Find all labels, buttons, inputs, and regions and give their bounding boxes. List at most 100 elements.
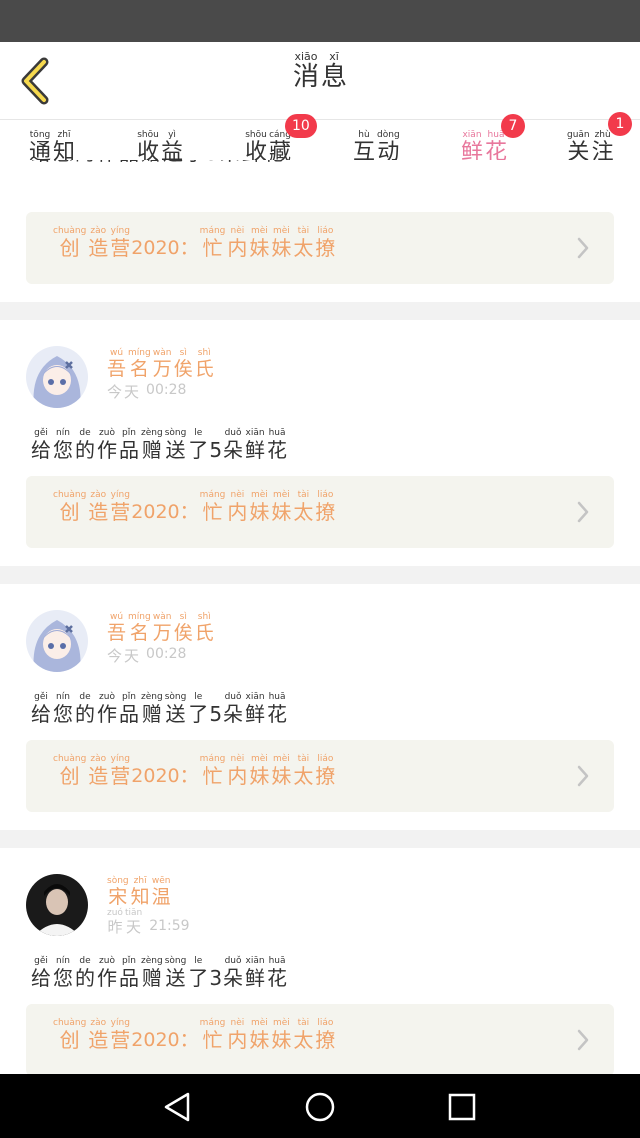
hanzi: 鲜	[242, 160, 262, 164]
sender-name[interactable]: wú 吾 míng 名 wàn 万 sì 俟 shì 氏	[106, 612, 215, 644]
android-nav-bar	[0, 1074, 640, 1138]
work-title: chuàng 创 zào 造 yíng 营 2020： máng 忙 nèi 内 mèi 妹 mèi 妹 tà…	[52, 1018, 336, 1051]
name-char: sòng 宋	[107, 876, 129, 908]
header: xiāo 消 xī 息	[0, 42, 640, 120]
day-char: 今	[107, 382, 123, 401]
msg-char: nín 您	[53, 428, 73, 461]
hanzi: 内	[227, 1028, 248, 1052]
nav-home-button[interactable]	[303, 1090, 337, 1124]
hanzi: 送	[165, 438, 186, 462]
nav-back-button[interactable]	[160, 1090, 194, 1124]
hanzi: 的	[75, 438, 95, 462]
flower-count: 5	[209, 438, 223, 462]
hanzi: 妹	[271, 236, 292, 260]
hanzi: 品	[119, 160, 139, 164]
flower-count: 5	[206, 160, 219, 165]
hanzi: 创	[59, 1028, 80, 1052]
hanzi: 了	[185, 160, 205, 164]
hanzi: 作	[97, 438, 117, 462]
work-char: máng 忙	[200, 1018, 226, 1051]
work-year: 2020	[131, 501, 180, 523]
name-char: zhī 知	[131, 876, 150, 908]
hanzi: 名	[129, 358, 149, 380]
day-char: 天	[124, 383, 139, 401]
flower-count: 5	[209, 702, 223, 726]
notification-card: wú 吾 míng 名 wàn 万 sì 俟 shì 氏今天 00:28 gěi 给 nín 您 de 的 zuò…	[0, 320, 640, 566]
app-root: xiāo 消 xī 息 tōng 通 zhī 知 shōu 收 yì 益 shōu 收 cáng 藏 hù 互 d…	[0, 0, 640, 1138]
hanzi: 息	[321, 62, 348, 92]
msg-char: 鲜	[242, 160, 262, 164]
hanzi: 今	[107, 382, 123, 401]
name-char: míng 名	[128, 348, 151, 380]
status-bar	[0, 0, 640, 42]
title-char: xī 息	[321, 50, 347, 92]
name-char: wú 吾	[107, 348, 126, 380]
hanzi: 作	[97, 702, 117, 726]
hanzi: 赠	[141, 438, 162, 462]
hanzi: 吾	[107, 358, 127, 380]
time-text: 00:28	[146, 646, 187, 662]
work-link-box[interactable]: chuàng 创 zào 造 yíng 营 2020： máng 忙 nèi 内 mèi 妹 mèi 妹 tà…	[26, 212, 614, 284]
hanzi: 撩	[315, 500, 336, 524]
nav-recent-button[interactable]	[445, 1090, 479, 1124]
hanzi: 忙	[202, 236, 223, 260]
work-char: yíng 营	[110, 226, 130, 259]
time-text: 00:28	[146, 382, 187, 398]
square-recent-icon	[448, 1093, 476, 1121]
sender-name[interactable]: wú 吾 míng 名 wàn 万 sì 俟 shì 氏	[106, 348, 215, 380]
hanzi: 赠	[141, 702, 162, 726]
work-char: chuàng 创	[53, 1018, 86, 1051]
msg-char: 的	[75, 160, 95, 164]
name-char: wēn 温	[152, 876, 171, 908]
work-colon: ：	[179, 1029, 199, 1051]
hanzi: 妹	[271, 500, 292, 524]
message-text: gěi 给 nín 您 de 的 zuò 作 pǐn 品 zèng 赠 sòng 送 le 了 5 duǒ 朵 xiā…	[30, 692, 288, 725]
work-char: máng 忙	[200, 226, 226, 259]
message-text: gěi 给 nín 您 de 的 zuò 作 pǐn 品 zèng 赠 sòng 送 le 了 5 duǒ 朵 xiā…	[30, 428, 288, 461]
msg-char: 作	[97, 160, 117, 164]
hanzi: 您	[53, 966, 73, 990]
avatar[interactable]	[26, 874, 88, 936]
hanzi: 内	[227, 500, 248, 524]
msg-char: xiān 鲜	[245, 692, 265, 725]
hanzi: 知	[130, 886, 150, 908]
work-char: chuàng 创	[53, 226, 86, 259]
hanzi: 的	[75, 966, 95, 990]
chevron-right-icon	[576, 1028, 590, 1052]
msg-char: gěi 给	[31, 692, 51, 725]
hanzi: 作	[97, 966, 117, 990]
msg-char: zèng 赠	[141, 692, 163, 725]
notification-card: wú 吾 míng 名 wàn 万 sì 俟 shì 氏今天 00:28 gěi 给 nín 您 de 的 zuò…	[0, 584, 640, 830]
msg-char: xiān 鲜	[245, 428, 265, 461]
hanzi: 您	[53, 702, 73, 726]
hanzi: 忙	[202, 764, 223, 788]
msg-char: 品	[119, 160, 139, 164]
sender-name[interactable]: sòng 宋 zhī 知 wēn 温	[106, 876, 172, 908]
name-char: wàn 万	[153, 348, 172, 380]
hanzi: 天	[126, 918, 142, 936]
work-link-box[interactable]: chuàng 创 zào 造 yíng 营 2020： máng 忙 nèi 内 mèi 妹 mèi 妹 tà…	[26, 476, 614, 548]
msg-char: nín 您	[53, 956, 73, 989]
work-char: liáo 撩	[315, 754, 335, 787]
hanzi: 妹	[249, 236, 270, 260]
hanzi: 营	[110, 764, 131, 788]
work-char: liáo 撩	[315, 1018, 335, 1051]
work-char: tài 太	[293, 754, 313, 787]
hanzi: 品	[119, 702, 139, 726]
hanzi: 宋	[108, 886, 128, 908]
work-link-box[interactable]: chuàng 创 zào 造 yíng 营 2020： máng 忙 nèi 内 mèi 妹 mèi 妹 tà…	[26, 1004, 614, 1074]
work-char: zào 造	[88, 226, 108, 259]
msg-char: 您	[53, 160, 73, 164]
work-year: 2020	[131, 1029, 180, 1051]
work-link-box[interactable]: chuàng 创 zào 造 yíng 营 2020： máng 忙 nèi 内 mèi 妹 mèi 妹 tà…	[26, 740, 614, 812]
hanzi: 妹	[271, 1028, 292, 1052]
avatar[interactable]	[26, 610, 88, 672]
day-char: tiān 天	[125, 908, 142, 936]
hanzi: 花	[264, 160, 284, 164]
hanzi: 造	[88, 500, 109, 524]
work-char: mèi 妹	[271, 754, 291, 787]
msg-char: duǒ 朵	[223, 428, 243, 461]
hanzi: 氏	[194, 358, 214, 380]
work-char: zào 造	[88, 1018, 108, 1051]
avatar[interactable]	[26, 346, 88, 408]
